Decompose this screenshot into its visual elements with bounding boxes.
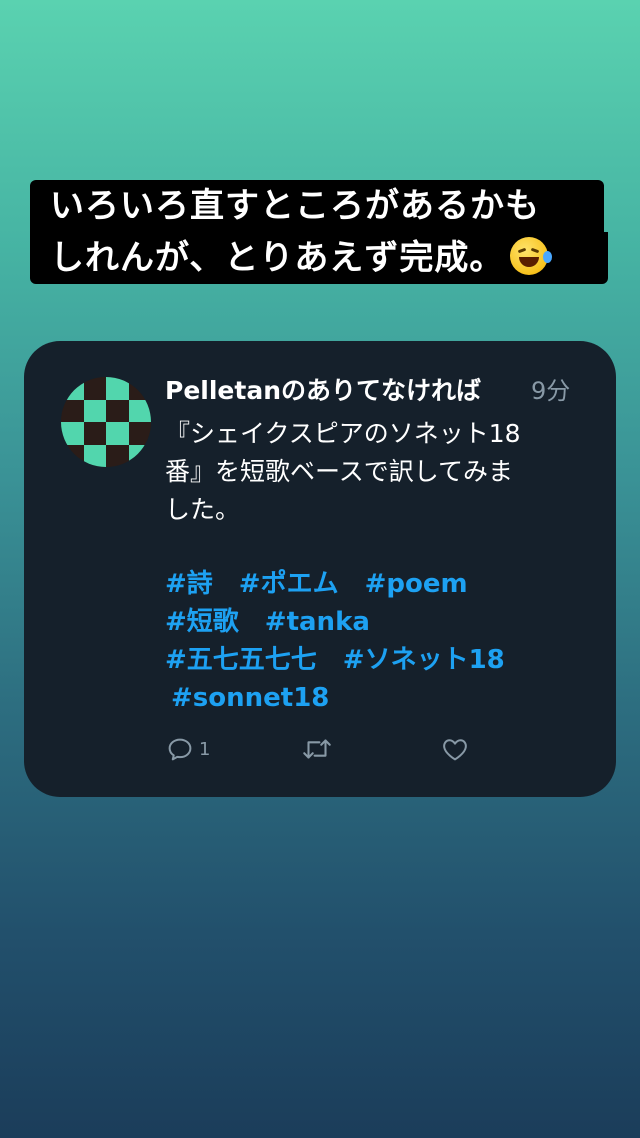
- reply-count: 1: [199, 738, 211, 760]
- timestamp: 9分: [531, 377, 571, 405]
- avatar[interactable]: [61, 377, 151, 467]
- tweet-actions: 1: [165, 733, 485, 765]
- story-caption: いろいろ直すところがあるかも しれんが、とりあえず完成。: [30, 180, 610, 284]
- caption-line-2: しれんが、とりあえず完成。: [30, 232, 608, 284]
- hashtag-link[interactable]: #ポエム: [239, 569, 339, 599]
- retweet-button[interactable]: [300, 733, 334, 765]
- like-button[interactable]: [440, 733, 470, 765]
- reply-icon: [168, 738, 192, 761]
- heart-icon: [443, 739, 467, 761]
- tweet-text-line: した。: [165, 495, 241, 524]
- tweet-text-line: 『シェイクスピアのソネット18: [165, 419, 521, 448]
- hashtag-link[interactable]: #ソネット18: [343, 645, 505, 675]
- caption-line-1: いろいろ直すところがあるかも: [30, 180, 604, 232]
- caption-text-2: しれんが、とりあえず完成。: [50, 238, 505, 278]
- tweet-card[interactable]: Pelletanのありてなければ 9分 『シェイクスピアのソネット18 番』を短…: [24, 341, 616, 797]
- hashtag-link[interactable]: #詩: [165, 569, 213, 599]
- hashtag-link[interactable]: #短歌: [165, 607, 239, 637]
- rolling-laughing-emoji-icon: [510, 237, 553, 275]
- tweet-text-line: 番』を短歌ベースで訳してみま: [165, 457, 514, 486]
- tweet-text: 『シェイクスピアのソネット18 番』を短歌ベースで訳してみま した。: [165, 415, 585, 529]
- hashtag-link[interactable]: #五七五七七: [165, 645, 317, 675]
- retweet-icon: [303, 739, 331, 759]
- caption-text-1: いろいろ直すところがあるかも: [50, 186, 540, 226]
- hashtag-list: #詩 #ポエム #poem #短歌 #tanka #五七五七七 #ソネット18 #son…: [165, 565, 595, 717]
- hashtag-link[interactable]: #sonnet18: [171, 683, 329, 713]
- author-name[interactable]: Pelletanのありてなければ: [165, 375, 481, 407]
- hashtag-link[interactable]: #tanka: [265, 607, 370, 637]
- hashtag-link[interactable]: #poem: [365, 569, 468, 599]
- reply-button[interactable]: 1: [165, 733, 210, 765]
